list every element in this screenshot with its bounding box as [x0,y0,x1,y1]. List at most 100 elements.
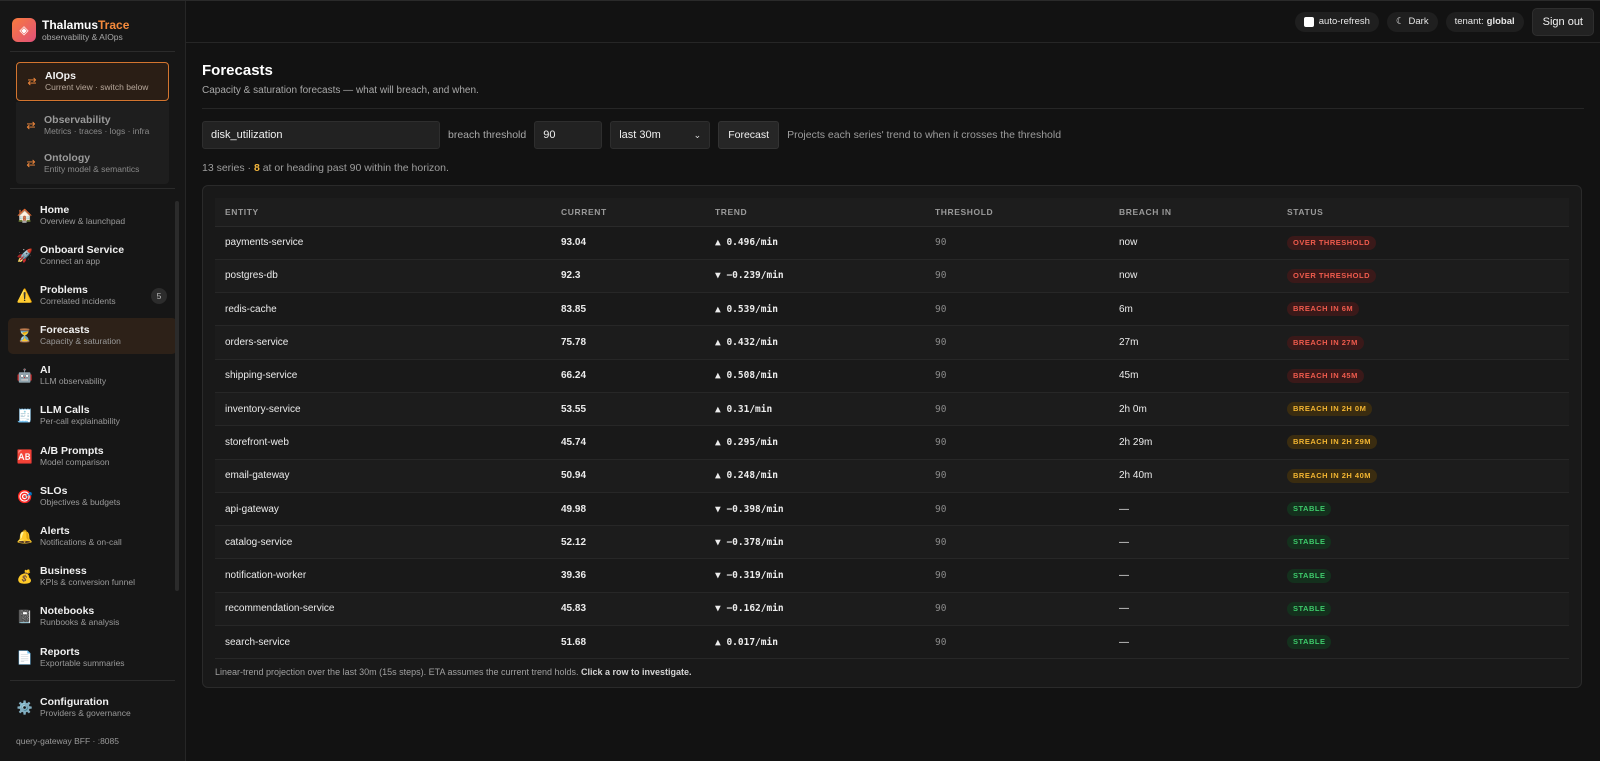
entity-cell: shipping-service [215,359,551,393]
page-subtitle: Capacity & saturation forecasts — what w… [202,85,479,96]
column-header-status[interactable]: STATUS [1277,198,1569,227]
receipt-icon: 🧾 [16,408,34,424]
table-row[interactable]: notification-worker 39.36 ▼ −0.319/min 90— S… [215,558,1569,593]
sidebar-item-label: AI [40,364,51,377]
table-row[interactable]: recommendation-service 45.83 ▼ −0.162/min 9… [215,592,1569,627]
tenant-selector[interactable]: tenant: global [1445,11,1524,32]
column-header-threshold[interactable]: THRESHOLD [925,198,1109,227]
column-header-current[interactable]: CURRENT [551,198,705,227]
table-row[interactable]: orders-service 75.78 ▲ 0.432/min 90 27m BREAC… [215,325,1569,360]
table-header-row: ENTITY CURRENT TREND THRESHOLD BREACH IN STAT… [215,198,1569,227]
switch-icon: ⇄ [27,76,37,88]
sidebar-item-sub: KPIs & conversion funnel [40,577,135,588]
view-option-ontology[interactable]: ⇄ Ontology Entity model & semantics [16,144,169,182]
threshold-cell: 90 [925,425,1109,460]
column-header-entity[interactable]: ENTITY [215,198,551,227]
brand-name: ThalamusTrace [42,17,130,32]
forecast-hint: Projects each series' trend to when it c… [787,129,1062,141]
breach-in-cell: 45m [1109,359,1277,393]
sidebar-item-onboard-service[interactable]: 🚀 Onboard Service Connect an app [8,237,177,273]
table-row[interactable]: catalog-service 52.12 ▼ −0.378/min 90— STABL… [215,525,1569,560]
table-row[interactable]: storefront-web 45.74 ▲ 0.295/min 90 2h 29m BR… [215,425,1569,460]
sidebar-item-llm-calls[interactable]: 🧾 LLM Calls Per-call explainability [8,398,177,434]
auto-refresh-toggle[interactable]: auto-refresh [1294,11,1379,32]
breach-in-cell: — [1109,525,1277,560]
current-cell: 83.85 [551,292,705,327]
sign-out-button[interactable]: Sign out [1531,7,1594,36]
column-header-breach-in[interactable]: BREACH IN [1109,198,1277,227]
view-options: ⇄ Observability Metrics · traces · logs … [16,102,169,184]
breach-in-cell: now [1109,226,1277,260]
document-icon: 📄 [16,649,34,665]
tenant-value: global [1486,16,1515,27]
sidebar-item-reports[interactable]: 📄 Reports Exportable summaries [8,639,177,675]
forecast-summary: 13 series · 8 at or heading past 90 with… [202,162,449,174]
table-row[interactable]: inventory-service 53.55 ▲ 0.31/min 90 2h 0m B… [215,392,1569,427]
sidebar-item-slos[interactable]: 🎯 SLOs Objectives & budgets [8,478,177,514]
breach-in-cell: — [1109,592,1277,627]
table-row[interactable]: shipping-service 66.24 ▲ 0.508/min 90 45m BRE… [215,359,1569,393]
view-option-sub: Metrics · traces · logs · infra [44,125,150,136]
metric-input[interactable]: disk_utilization [202,121,440,149]
target-icon: 🎯 [16,488,34,504]
trend-cell: ▲ 0.248/min [705,459,925,493]
theme-toggle[interactable]: ☾ Dark [1386,11,1438,32]
table-row[interactable]: redis-cache 83.85 ▲ 0.539/min 90 6m BREACH IN… [215,292,1569,327]
sidebar-item-sub: Runbooks & analysis [40,617,120,628]
status-cell: STABLE [1277,525,1569,560]
threshold-cell: 90 [925,259,1109,294]
threshold-cell: 90 [925,359,1109,393]
status-badge: BREACH IN 27M [1287,335,1364,350]
breach-in-cell: 2h 40m [1109,459,1277,493]
view-option-observability[interactable]: ⇄ Observability Metrics · traces · logs … [16,106,169,144]
table-note: Linear-trend projection over the last 30… [215,667,692,678]
sidebar-item-alerts[interactable]: 🔔 Alerts Notifications & on-call [8,519,177,555]
range-select[interactable]: last 30m ⌄ [610,121,711,149]
sidebar-item-sub: Exportable summaries [40,657,125,668]
sidebar-scrollbar[interactable] [175,201,179,591]
brand[interactable]: ◈ ThalamusTrace observability & AIOps [0,1,185,45]
trend-cell: ▲ 0.432/min [705,325,925,360]
current-cell: 92.3 [551,259,705,294]
tenant-label: tenant: [1454,16,1484,27]
threshold-cell: 90 [925,525,1109,560]
moon-icon: ☾ [1395,16,1405,27]
sidebar-item-label: A/B Prompts [40,444,104,457]
forecast-button[interactable]: Forecast [718,121,780,149]
column-header-trend[interactable]: TREND [705,198,925,227]
threshold-input[interactable]: 90 [534,121,603,149]
threshold-cell: 90 [925,226,1109,260]
sidebar-item-ai[interactable]: 🤖 AI LLM observability [8,358,177,394]
sidebar-item-notebooks[interactable]: 📓 Notebooks Runbooks & analysis [8,599,177,635]
trend-cell: ▲ 0.31/min [705,392,925,427]
sidebar-item-label: Home [40,203,70,216]
current-cell: 49.98 [551,492,705,527]
entity-cell: postgres-db [215,259,551,294]
sidebar-item-sub: Model comparison [40,456,110,467]
status-badge: BREACH IN 2H 40M [1287,468,1378,483]
entity-cell: notification-worker [215,558,551,593]
sidebar-item-a-b-prompts[interactable]: 🆎 A/B Prompts Model comparison [8,438,177,474]
sidebar-item-business[interactable]: 💰 Business KPIs & conversion funnel [8,559,177,595]
sidebar-item-home[interactable]: 🏠 Home Overview & launchpad [8,197,177,233]
sidebar-item-label: Business [40,565,87,578]
sidebar-item-label: Forecasts [40,324,90,337]
backend-info: query-gateway BFF · :8085 [16,736,119,746]
table-row[interactable]: api-gateway 49.98 ▼ −0.398/min 90— STABLE [215,492,1569,527]
view-option-aiops[interactable]: ⇄ AIOps Current view · switch below [16,62,169,101]
main-content: auto-refresh ☾ Dark tenant: global Sign … [186,1,1600,761]
checkbox-icon[interactable] [1303,16,1314,27]
sidebar-item-configuration[interactable]: ⚙️ Configuration Providers & governance [8,689,178,725]
forecast-table: ENTITY CURRENT TREND THRESHOLD BREACH IN STAT… [215,198,1569,660]
table-row[interactable]: search-service 51.68 ▲ 0.017/min 90— STABLE [215,625,1569,660]
sidebar-item-forecasts[interactable]: ⏳ Forecasts Capacity & saturation [8,317,177,354]
sidebar-item-label: Reports [40,645,80,658]
trend-cell: ▲ 0.539/min [705,292,925,327]
table-row[interactable]: postgres-db 92.3 ▼ −0.239/min 90 now OVER THR… [215,259,1569,294]
table-row[interactable]: payments-service 93.04 ▲ 0.496/min 90 now OVE… [215,226,1569,260]
sidebar-item-problems[interactable]: ⚠️ Problems Correlated incidents 5 [8,277,177,313]
current-cell: 53.55 [551,392,705,427]
gear-icon: ⚙️ [16,699,34,715]
view-switcher: ⇄ AIOps Current view · switch below ⇄ Ob… [0,52,185,184]
table-row[interactable]: email-gateway 50.94 ▲ 0.248/min 90 2h 40m BRE… [215,459,1569,493]
